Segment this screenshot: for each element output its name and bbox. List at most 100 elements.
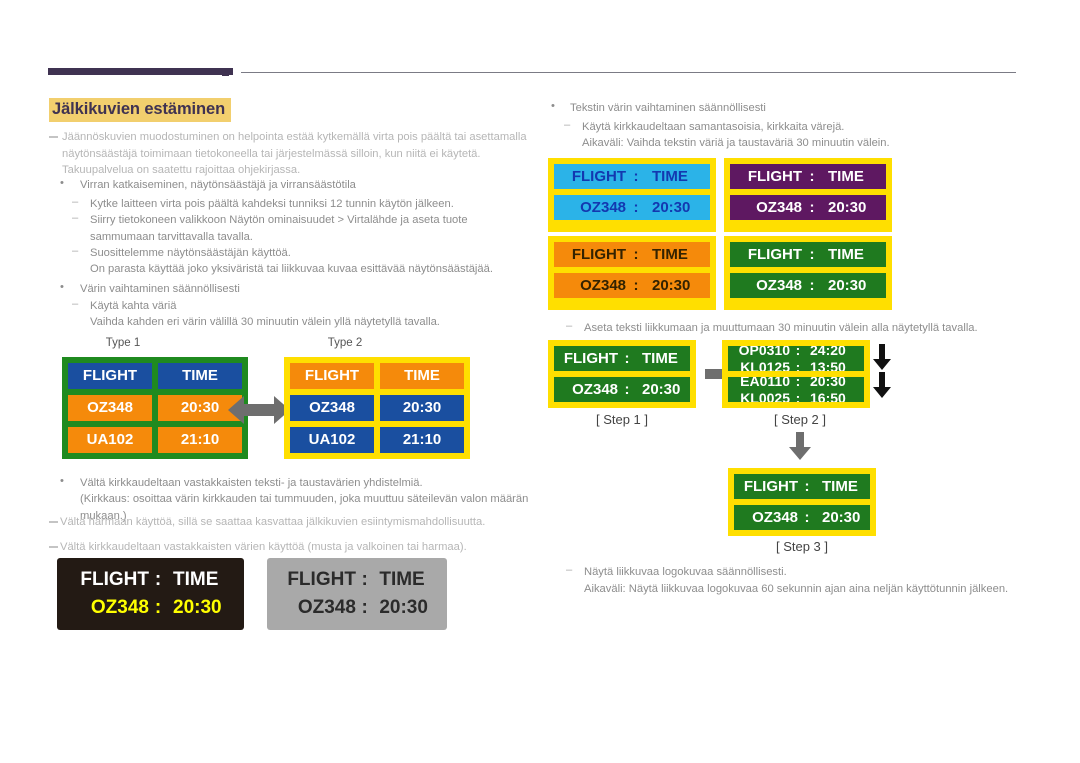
table-cell: FLIGHT xyxy=(290,363,374,389)
flight-time: TIME xyxy=(379,569,425,590)
separator: : xyxy=(624,381,630,398)
intro-text: Jäännöskuvien muodostuminen on helpointa… xyxy=(62,131,527,176)
sample-header-row: FLIGHT: TIME xyxy=(267,569,447,591)
sample-header-row: FLIGHT: TIME xyxy=(57,569,244,591)
board-header-row: FLIGHT: TIME xyxy=(554,164,710,189)
black-sample-board: FLIGHT: TIME OZ348:20:30 xyxy=(57,558,244,630)
flight-code: OZ348 xyxy=(297,597,356,618)
flight-code: FLIGHT xyxy=(80,569,149,590)
green-panel: FLIGHT: TIME OZ348:20:30 xyxy=(724,236,892,310)
left-b1-bullet-dot: • xyxy=(60,177,64,189)
table-row: UA102 21:10 xyxy=(68,427,242,453)
separator: : xyxy=(795,390,801,402)
separator: : xyxy=(809,277,815,294)
flight-code: FLIGHT xyxy=(743,478,798,495)
flight-time: 20:30 xyxy=(173,597,222,618)
gray-sample-board: FLIGHT: TIME OZ348:20:30 xyxy=(267,558,447,630)
arrow-down-icon xyxy=(788,432,812,465)
flight-time: 20:30 xyxy=(822,509,861,526)
board-data-row: OZ348:20:30 xyxy=(554,273,710,298)
table-row: FLIGHT TIME xyxy=(290,363,464,389)
right-b1-d1-dash: – xyxy=(564,119,571,131)
separator: : xyxy=(154,597,162,618)
scrolling-row: EA0110:20:30 KL0025:16:50 xyxy=(728,377,864,402)
flight-code: OZ348 xyxy=(752,509,798,526)
flight-code: FLIGHT xyxy=(747,168,802,185)
type2-table: FLIGHT TIME OZ348 20:30 UA102 21:10 xyxy=(284,357,470,459)
step1-board: FLIGHT: TIME OZ348:20:30 xyxy=(548,340,696,408)
scroll-down-icon-2 xyxy=(872,372,892,403)
table-cell: FLIGHT xyxy=(68,363,152,389)
flight-time: TIME xyxy=(173,569,219,590)
flight-time: 20:30 xyxy=(642,381,681,398)
note1-text: Vältä harmaan käyttöä, sillä se saattaa … xyxy=(60,516,486,528)
flight-code: OZ348 xyxy=(90,597,149,618)
left-b2-d1: Käytä kahta väriä xyxy=(90,300,177,312)
separator: : xyxy=(804,509,810,526)
type1-label: Type 1 xyxy=(105,337,141,349)
flight-time: 20:30 xyxy=(828,199,867,216)
flight-time: 16:50 xyxy=(810,390,846,402)
scroll-down-icon-1 xyxy=(872,344,892,375)
page-root: Jälkikuvien estäminen Jäännöskuvien muod… xyxy=(0,0,1080,763)
flight-time: TIME xyxy=(828,168,864,185)
board-header-row: FLIGHT: TIME xyxy=(734,474,870,499)
flight-code: FLIGHT xyxy=(563,350,618,367)
flight-code: OZ348 xyxy=(756,199,802,216)
left-b2-heading: Värin vaihtaminen säännöllisesti xyxy=(80,283,240,295)
sample-data-row: OZ348:20:30 xyxy=(57,597,244,619)
scrolling-line: KL0125:13:50 xyxy=(728,359,864,371)
left-b3-heading: Vältä kirkkaudeltaan vastakkaisten tekst… xyxy=(80,477,423,489)
flight-time: 20:30 xyxy=(652,199,691,216)
separator: : xyxy=(624,350,630,367)
separator: : xyxy=(633,168,639,185)
separator: : xyxy=(795,359,801,371)
separator: : xyxy=(795,346,801,358)
left-b1-d1-dash: – xyxy=(72,196,79,208)
board-header-row: FLIGHT: TIME xyxy=(730,242,886,267)
right-b1-bullet-dot: • xyxy=(551,100,555,112)
right-b1-d1: Käytä kirkkaudeltaan samantasoisia, kirk… xyxy=(582,121,845,133)
intro-dash xyxy=(49,136,58,138)
right-b2-d1: Aseta teksti liikkumaan ja muuttumaan 30… xyxy=(584,322,978,334)
separator: : xyxy=(633,199,639,216)
purple-panel: FLIGHT: TIME OZ348:20:30 xyxy=(724,158,892,232)
table-cell: 21:10 xyxy=(380,427,464,453)
table-cell: OZ348 xyxy=(290,395,374,421)
flight-time: 24:20 xyxy=(810,346,846,358)
left-b1-d3-sub: On parasta käyttää joko yksiväristä tai … xyxy=(90,263,493,275)
left-b1-d1: Kytke laitteen virta pois päältä kahdeks… xyxy=(90,198,454,210)
flight-code: OZ348 xyxy=(756,277,802,294)
flight-code: OZ348 xyxy=(572,381,618,398)
flight-code: OZ348 xyxy=(580,199,626,216)
header-accent-square xyxy=(222,69,229,76)
left-b1-d3: Suosittelemme näytönsäästäjän käyttöä. xyxy=(90,247,291,259)
note2-text: Vältä kirkkaudeltaan vastakkaisten värie… xyxy=(60,541,467,553)
table-cell: 20:30 xyxy=(380,395,464,421)
board-data-row: OZ348:20:30 xyxy=(730,195,886,220)
table-row: FLIGHT TIME xyxy=(68,363,242,389)
right-b3-d1: Näytä liikkuvaa logokuvaa säännöllisesti… xyxy=(584,566,787,578)
table-cell: OZ348 xyxy=(68,395,152,421)
table-row: OZ348 20:30 xyxy=(290,395,464,421)
separator: : xyxy=(804,478,810,495)
board-data-row: OZ348:20:30 xyxy=(554,377,690,402)
flight-code: KL0025 xyxy=(740,390,790,402)
separator: : xyxy=(795,377,801,389)
left-b1-d3-dash: – xyxy=(72,245,79,257)
flight-time: TIME xyxy=(652,246,688,263)
separator: : xyxy=(633,246,639,263)
flight-time: TIME xyxy=(828,246,864,263)
flight-time: TIME xyxy=(822,478,858,495)
left-b1-d2-dash: – xyxy=(72,212,79,224)
left-b3-bullet-dot: • xyxy=(60,475,64,487)
type2-label: Type 2 xyxy=(327,337,363,349)
step3-caption: [ Step 3 ] xyxy=(775,539,829,554)
left-b2-bullet-dot: • xyxy=(60,281,64,293)
note1-dash xyxy=(49,521,58,523)
left-b1-heading: Virran katkaiseminen, näytönsäästäjä ja … xyxy=(80,179,356,191)
flight-code: FLIGHT xyxy=(571,246,626,263)
flight-code: KL0125 xyxy=(740,359,790,371)
flight-code: EA0110 xyxy=(740,377,790,389)
board-data-row: OZ348:20:30 xyxy=(734,505,870,530)
